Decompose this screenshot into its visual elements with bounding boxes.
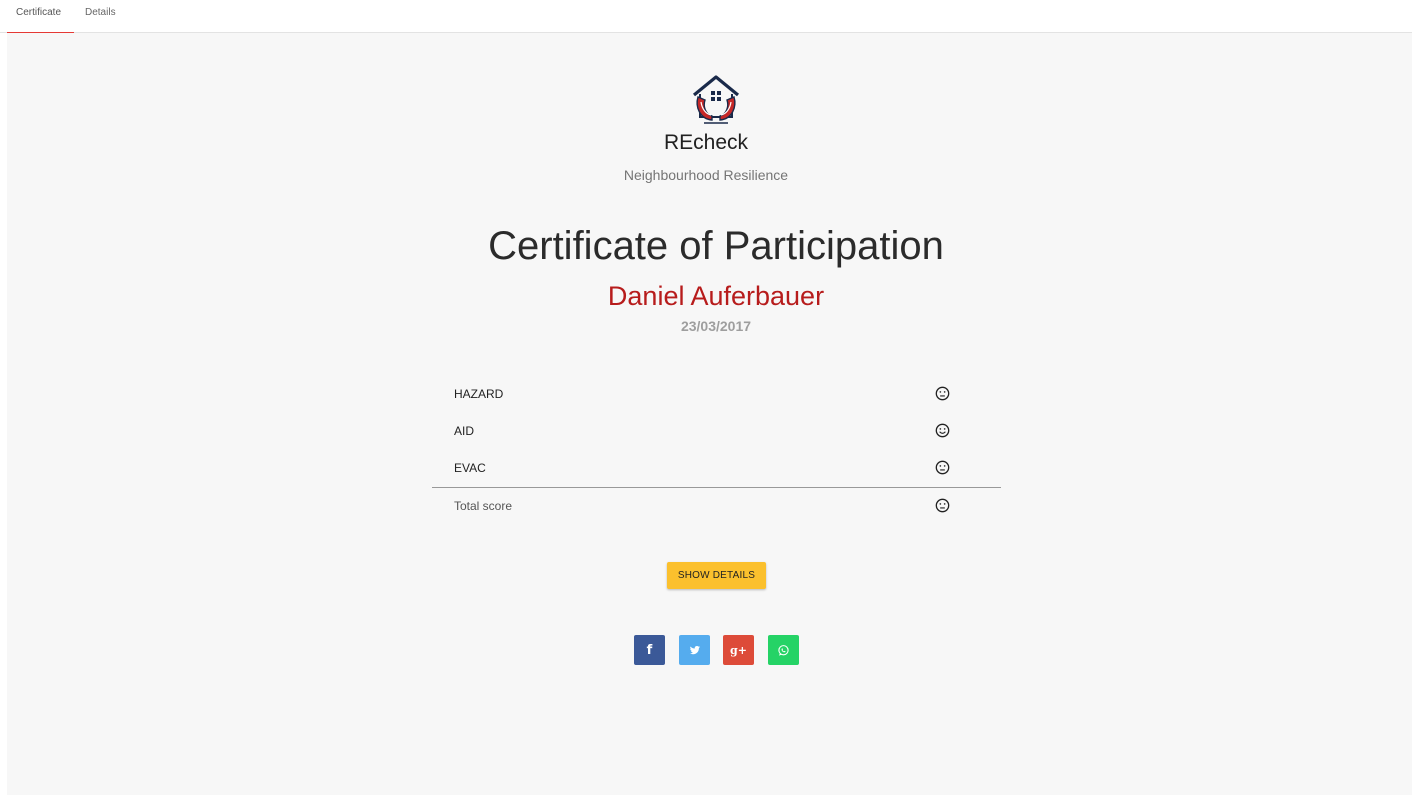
googleplus-icon: g+ [730,643,747,657]
tab-bar: Certificate Details [0,0,1412,34]
app-name: REcheck [663,131,749,154]
twitter-icon [689,645,700,655]
neutral-face-icon [935,386,950,401]
score-row-hazard: HAZARD [432,376,1001,413]
googleplus-share-button[interactable]: g+ [723,635,754,665]
whatsapp-icon [778,644,789,656]
app-tagline: Neighbourhood Resilience [623,167,789,183]
score-table: HAZARD AID EVAC Total score [432,376,1001,525]
facebook-icon: f [646,642,653,658]
certificate-date: 23/03/2017 [680,318,752,334]
whatsapp-share-button[interactable] [768,635,799,665]
participant-name: Daniel Auferbauer [607,281,825,311]
neutral-face-icon [935,460,950,475]
certificate-title: Certificate of Participation [488,224,944,268]
score-row-evac: EVAC [432,450,1001,487]
score-row-aid: AID [432,413,1001,450]
tab-certificate[interactable]: Certificate [7,0,74,34]
house-hands-logo [692,75,740,124]
total-score-label: Total score [454,499,513,513]
score-label: HAZARD [454,387,504,401]
show-details-button[interactable]: SHOW DETAILS [667,562,766,589]
score-row-total: Total score [432,488,1001,525]
neutral-face-icon [935,498,950,513]
score-label: EVAC [454,461,486,475]
facebook-share-button[interactable]: f [634,635,665,665]
twitter-share-button[interactable] [679,635,710,665]
tab-details[interactable]: Details [78,0,128,33]
score-label: AID [454,424,475,438]
happy-face-icon [935,423,950,438]
